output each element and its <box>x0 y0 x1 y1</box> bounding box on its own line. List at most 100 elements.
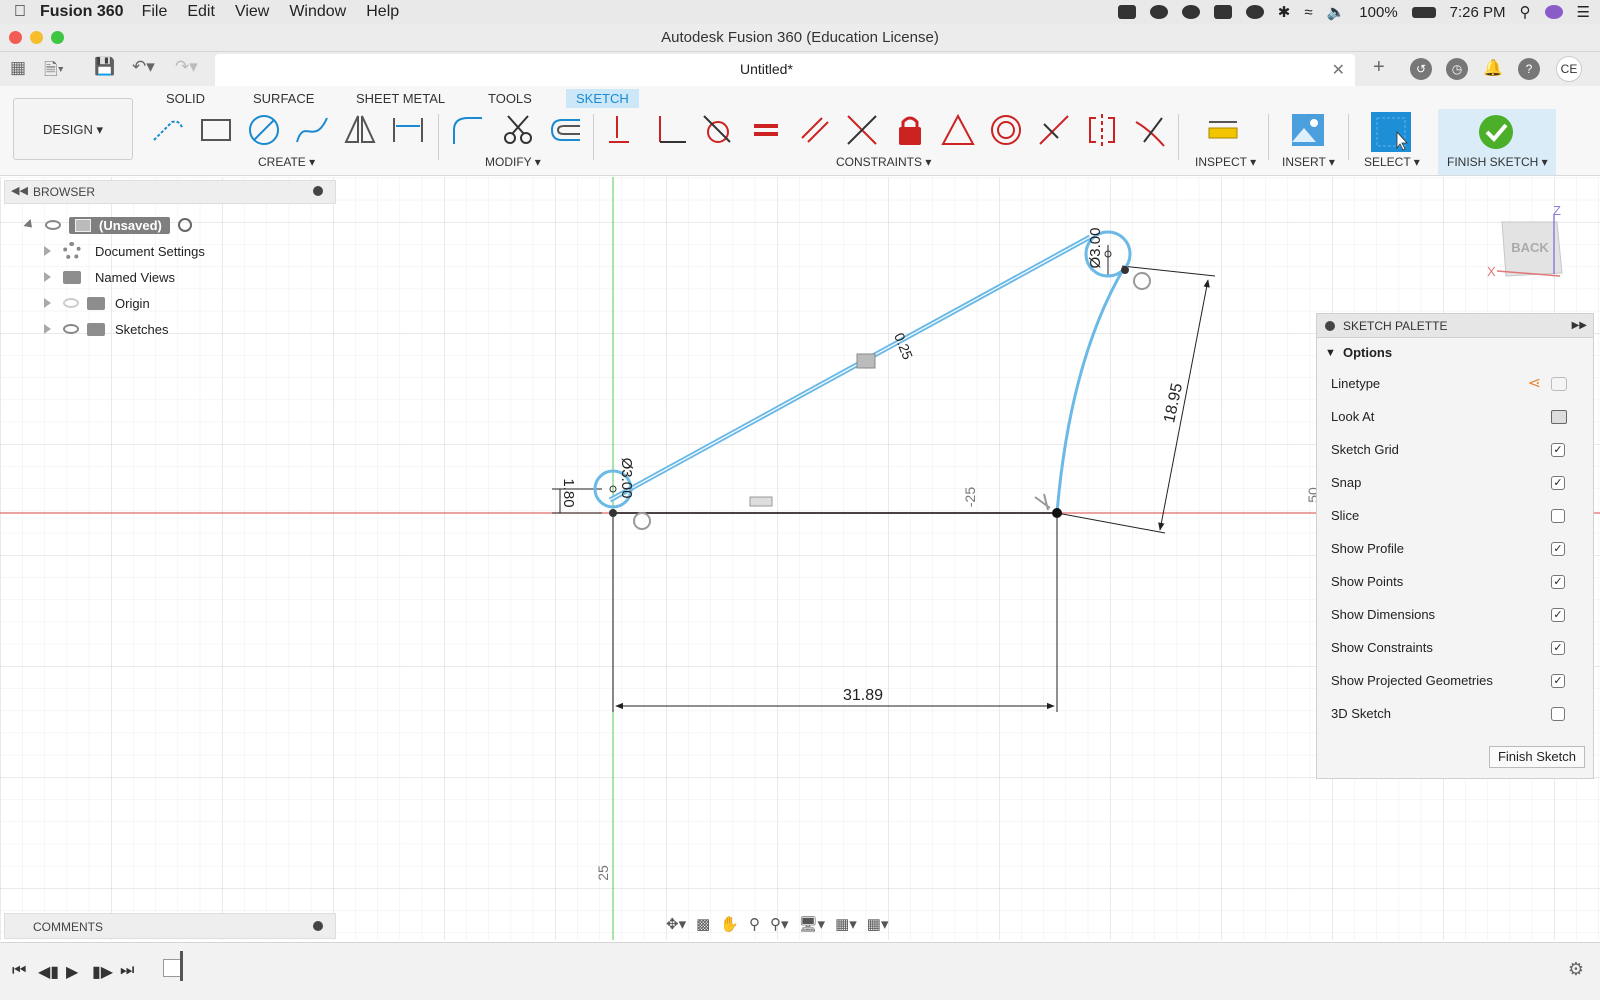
left-height-value[interactable]: 1.80 <box>560 478 577 507</box>
look-at-nav-icon[interactable]: ▩ <box>696 915 710 933</box>
curvature-constraint-icon[interactable] <box>1132 112 1168 148</box>
focus-icon[interactable] <box>1149 5 1168 19</box>
fit-icon[interactable]: ⚲▾ <box>770 915 789 933</box>
perpendicular-constraint-icon[interactable] <box>652 112 688 148</box>
parallel-constraint-icon[interactable] <box>796 112 832 148</box>
grid-settings-icon[interactable]: ▦▾ <box>835 915 857 933</box>
siri-icon[interactable] <box>1544 5 1563 19</box>
browser-panel-header[interactable]: ◀◀ BROWSER <box>4 180 336 204</box>
help-icon[interactable]: ? <box>1518 58 1540 80</box>
finish-sketch-icon[interactable] <box>1478 114 1514 150</box>
snap-checkbox[interactable]: ✓ <box>1551 476 1565 490</box>
sketch-grid-checkbox[interactable]: ✓ <box>1551 443 1565 457</box>
measure-tool-icon[interactable] <box>1205 112 1241 148</box>
expand-arrow-icon[interactable] <box>44 272 51 282</box>
construction-linetype-icon[interactable]: ⋖ <box>1528 373 1541 395</box>
timeline-marker[interactable] <box>180 951 183 981</box>
3d-sketch-checkbox[interactable] <box>1551 707 1565 721</box>
collapse-browser-icon[interactable]: ◀◀ <box>11 184 28 197</box>
centerline-linetype-icon[interactable] <box>1551 377 1567 391</box>
show-profile-checkbox[interactable]: ✓ <box>1551 542 1565 556</box>
wifi-icon[interactable]: ≈ <box>1304 4 1312 21</box>
select-menu[interactable]: SELECT ▾ <box>1364 155 1420 169</box>
menu-file[interactable]: File <box>142 3 168 21</box>
bottom-length-value[interactable]: 31.89 <box>843 687 883 704</box>
document-tab[interactable]: Untitled* ✕ <box>215 54 1355 86</box>
spotlight-icon[interactable]: ⚲ <box>1520 3 1531 21</box>
top-circle-dia-value[interactable]: Ø3.00 <box>1087 228 1104 269</box>
finish-sketch-button[interactable]: Finish Sketch <box>1489 746 1585 768</box>
trim-tool-icon[interactable] <box>500 112 536 148</box>
constraint-badge-icon[interactable] <box>856 353 876 369</box>
palette-header[interactable]: SKETCH PALETTE ▶▶ <box>1317 314 1593 338</box>
view-cube-face[interactable]: BACK <box>1511 240 1549 255</box>
create-menu[interactable]: CREATE ▾ <box>258 155 315 169</box>
step-forward-icon[interactable]: ▮▶ <box>92 962 113 982</box>
new-tab-icon[interactable]: + <box>1373 56 1385 79</box>
tree-root[interactable]: (Unsaved) <box>23 214 192 236</box>
offset-tool-icon[interactable] <box>548 112 584 148</box>
palette-minimize-icon[interactable] <box>1325 321 1335 331</box>
app-grid-icon[interactable]: ▦ <box>10 58 26 78</box>
show-constraints-checkbox[interactable]: ✓ <box>1551 641 1565 655</box>
rectangle-tool-icon[interactable] <box>198 112 234 148</box>
bluetooth-icon[interactable]: ✱ <box>1278 3 1291 21</box>
add-comment-icon[interactable] <box>313 921 323 931</box>
file-menu-icon[interactable]: 🗎▾ <box>44 57 64 86</box>
sync-icon[interactable] <box>1181 5 1200 19</box>
redo-icon[interactable]: ↷▾ <box>175 57 198 77</box>
palette-row-linetype[interactable]: Linetype ⋖ <box>1331 373 1581 395</box>
expand-arrow-icon[interactable] <box>44 324 51 334</box>
palette-row-snap[interactable]: Snap ✓ <box>1331 472 1581 494</box>
menu-edit[interactable]: Edit <box>187 3 215 21</box>
camera-icon[interactable] <box>1117 5 1136 19</box>
root-component[interactable]: (Unsaved) <box>69 216 170 234</box>
orbit-icon[interactable]: ✥▾ <box>666 915 686 933</box>
menu-help[interactable]: Help <box>366 3 399 21</box>
go-to-end-icon[interactable]: ⏭ <box>120 962 134 980</box>
show-projected-geometries-checkbox[interactable]: ✓ <box>1551 674 1565 688</box>
tab-surface[interactable]: SURFACE <box>243 89 324 108</box>
mirror-tool-icon[interactable] <box>342 112 378 148</box>
show-points-checkbox[interactable]: ✓ <box>1551 575 1565 589</box>
apple-menu-icon[interactable]:  <box>0 3 40 21</box>
visibility-eye-icon[interactable] <box>63 324 79 334</box>
tree-item-origin[interactable]: Origin <box>44 292 150 314</box>
play-icon[interactable]: ▶ <box>66 962 78 982</box>
look-at-icon[interactable] <box>1551 410 1567 424</box>
minimize-window-button[interactable] <box>30 31 43 44</box>
tab-sheet-metal[interactable]: SHEET METAL <box>346 89 455 108</box>
control-center-icon[interactable]: ☰ <box>1577 3 1590 21</box>
menu-window[interactable]: Window <box>289 3 346 21</box>
zoom-window-button[interactable] <box>51 31 64 44</box>
viewports-icon[interactable]: ▦▾ <box>867 915 889 933</box>
clock[interactable]: 7:26 PM <box>1450 4 1506 21</box>
fillet-tool-icon[interactable] <box>450 112 486 148</box>
user-avatar[interactable]: CE <box>1556 56 1582 82</box>
job-status-icon[interactable]: ◷ <box>1446 58 1468 80</box>
palette-row-slice[interactable]: Slice <box>1331 505 1581 527</box>
constraints-menu[interactable]: CONSTRAINTS ▾ <box>836 155 931 169</box>
dimension-tool-icon[interactable] <box>390 112 426 148</box>
palette-row-sketch-grid[interactable]: Sketch Grid ✓ <box>1331 439 1581 461</box>
corner-point[interactable] <box>1052 508 1062 518</box>
undo-icon[interactable]: ↶▾ <box>132 57 155 77</box>
select-tool-icon[interactable] <box>1369 110 1413 154</box>
display-settings-icon[interactable]: 🖥▾ <box>799 915 826 933</box>
insert-menu[interactable]: INSERT ▾ <box>1282 155 1335 169</box>
save-icon[interactable]: 💾 <box>94 57 115 77</box>
palette-row-show-profile[interactable]: Show Profile ✓ <box>1331 538 1581 560</box>
palette-row-show-projected-geometries[interactable]: Show Projected Geometries ✓ <box>1331 670 1581 692</box>
palette-row-show-points[interactable]: Show Points ✓ <box>1331 571 1581 593</box>
palette-row-3d-sketch[interactable]: 3D Sketch <box>1331 703 1581 725</box>
origin-point[interactable] <box>609 509 617 517</box>
notifications-icon[interactable]: 🔔 <box>1482 58 1504 80</box>
extensions-icon[interactable]: ↺ <box>1410 58 1432 80</box>
triangle-constraint-icon[interactable] <box>940 112 976 148</box>
options-section[interactable]: ▼ Options <box>1317 338 1593 368</box>
slice-checkbox[interactable] <box>1551 509 1565 523</box>
expand-arrow-icon[interactable] <box>44 246 51 256</box>
tree-item-document-settings[interactable]: Document Settings <box>44 240 205 262</box>
browser-pin-icon[interactable] <box>313 186 323 196</box>
app-menu[interactable]: Fusion 360 <box>40 3 124 21</box>
